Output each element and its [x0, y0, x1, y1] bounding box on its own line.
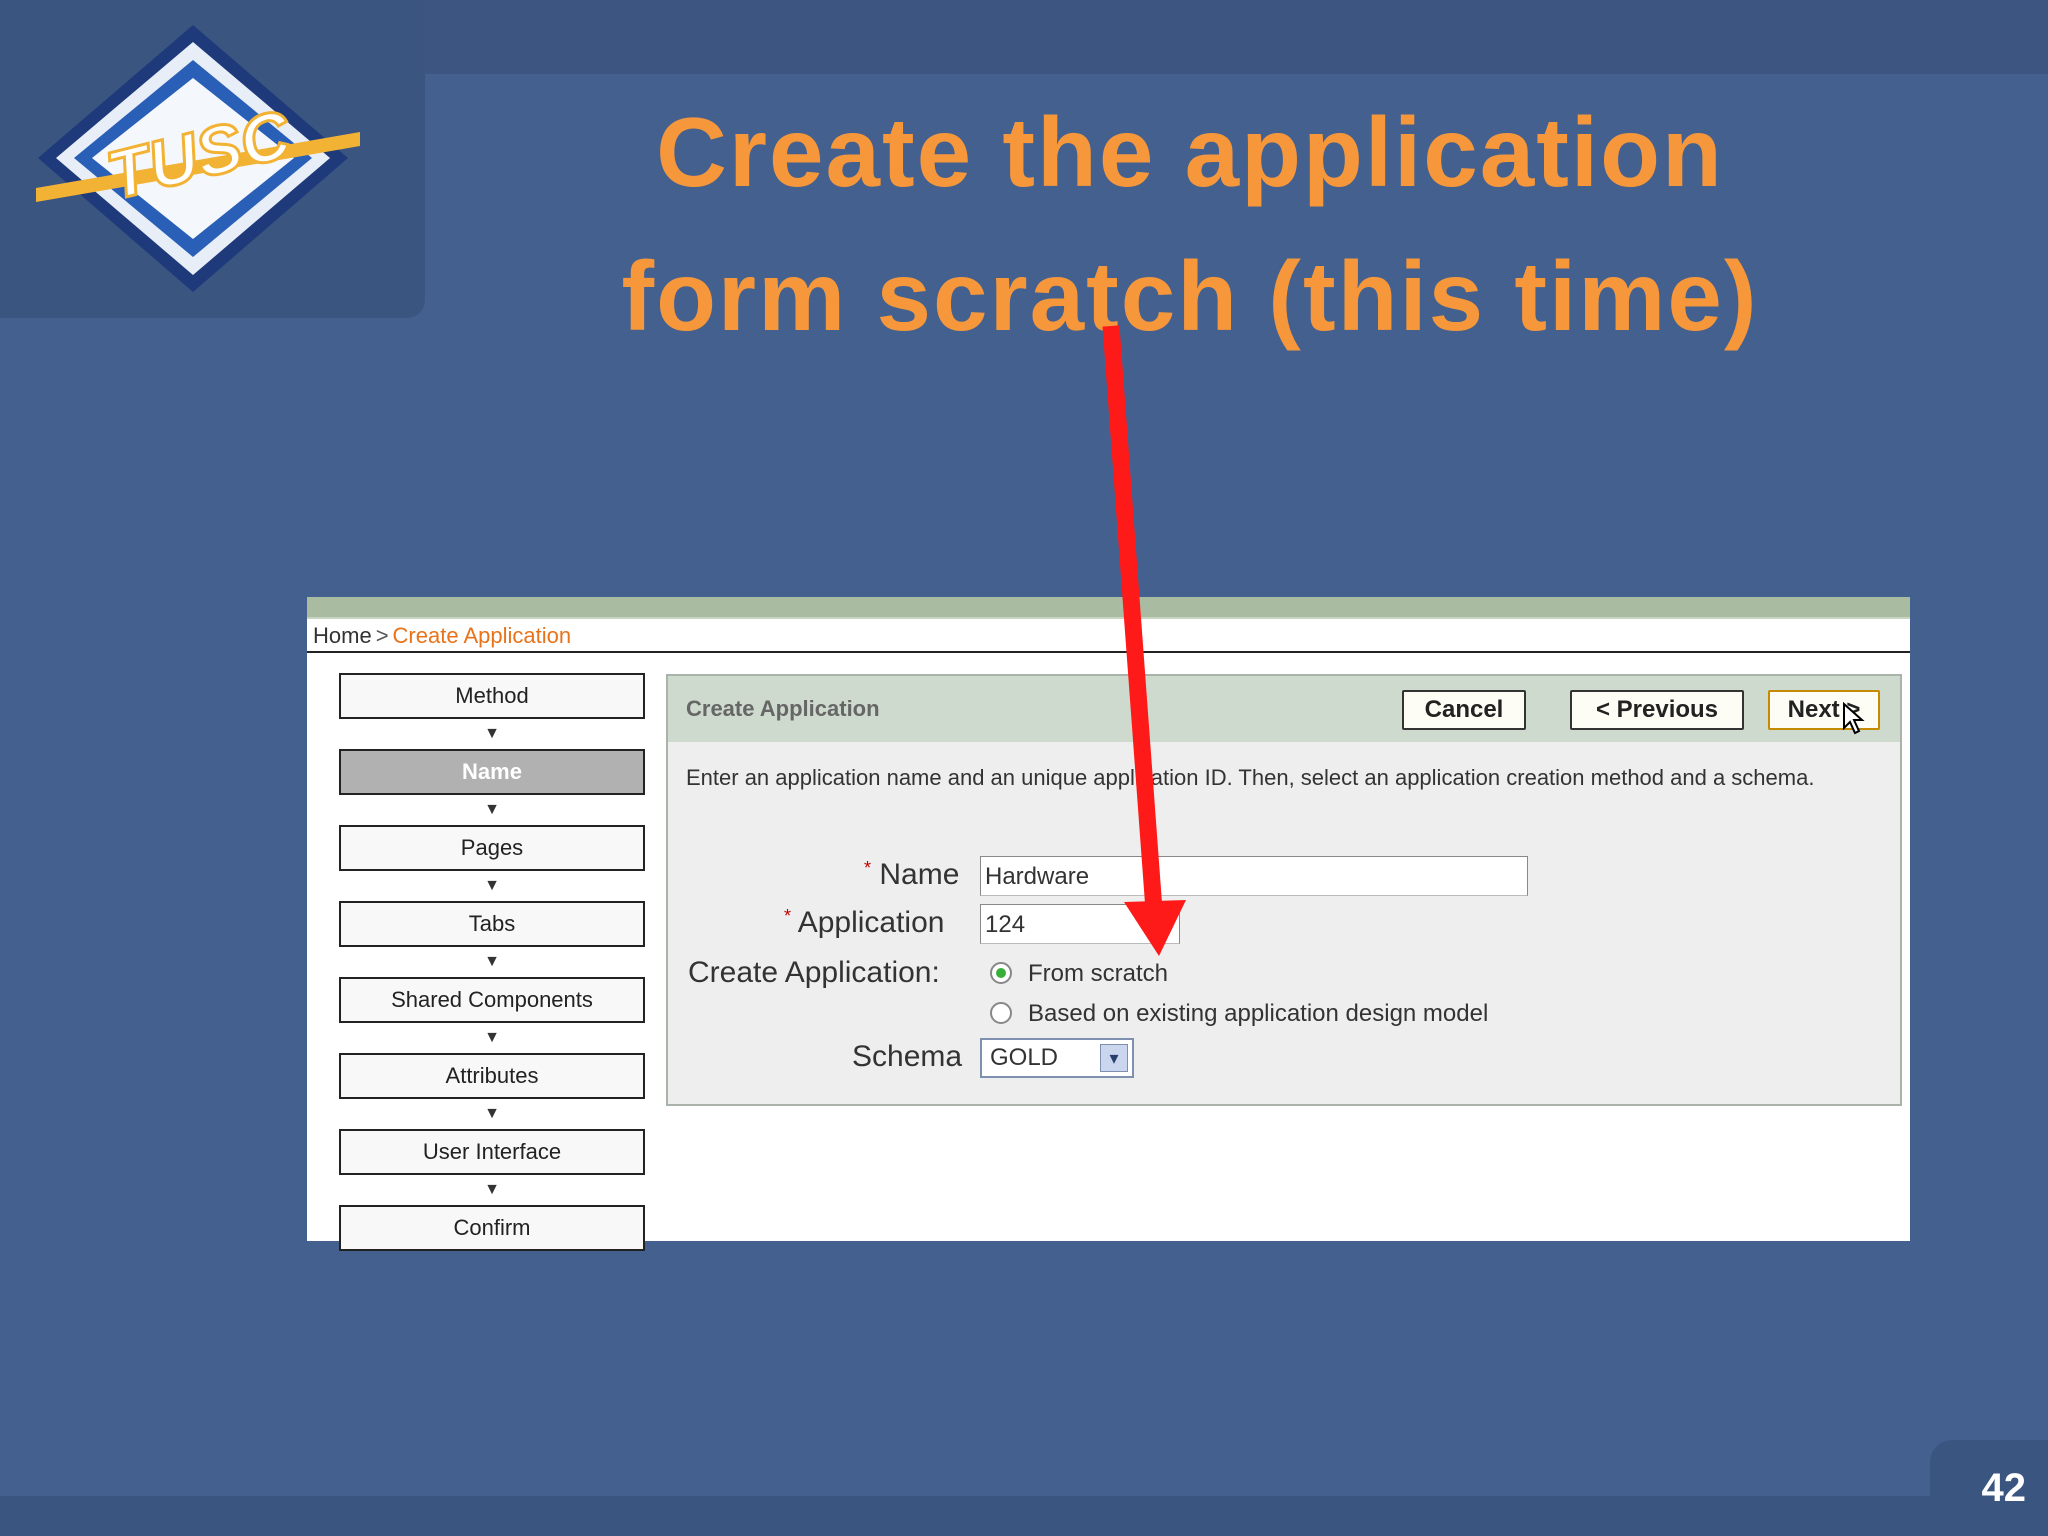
panel-description: Enter an application name and an unique …	[686, 765, 1815, 790]
name-input[interactable]: Hardware	[980, 856, 1528, 896]
breadcrumb-separator: >	[375, 623, 389, 648]
step-tabs[interactable]: Tabs	[339, 901, 645, 947]
step-shared-components[interactable]: Shared Components	[339, 977, 645, 1023]
breadcrumb-current: Create Application	[392, 623, 572, 648]
footer-band	[0, 1496, 2048, 1536]
from-scratch-label[interactable]: From scratch	[1028, 960, 1168, 988]
mouse-cursor-icon	[1843, 702, 1865, 735]
existing-design-label[interactable]: Based on existing application design mod…	[1028, 1000, 1488, 1028]
application-id-input[interactable]: 124	[980, 904, 1180, 944]
title-line-2: form scratch (this time)	[621, 241, 1759, 351]
schema-select[interactable]: GOLD ▾	[980, 1038, 1134, 1078]
existing-design-radio[interactable]	[990, 1002, 1012, 1024]
dropdown-chevron-icon[interactable]: ▾	[1100, 1044, 1128, 1072]
down-arrow-icon: ▼	[484, 1029, 500, 1046]
down-arrow-icon: ▼	[484, 725, 500, 742]
from-scratch-radio[interactable]	[990, 962, 1012, 984]
schema-value: GOLD	[990, 1044, 1059, 1071]
down-arrow-icon: ▼	[484, 1105, 500, 1122]
panel-header: Create Application Cancel < Previous Nex…	[668, 676, 1900, 742]
screenshot-top-bar	[307, 597, 1910, 619]
required-marker: *	[864, 858, 872, 878]
step-user-interface[interactable]: User Interface	[339, 1129, 645, 1175]
slide-title: Create the application form scratch (thi…	[440, 80, 1940, 368]
wizard-steps: Method ▼ Name ▼ Pages ▼ Tabs ▼ Shared Co…	[339, 673, 645, 1251]
down-arrow-icon: ▼	[484, 801, 500, 818]
create-application-label: Create Application:	[688, 956, 940, 989]
tusc-logo: TUSC	[36, 25, 360, 292]
step-method[interactable]: Method	[339, 673, 645, 719]
schema-label: Schema	[852, 1040, 963, 1073]
page-number: 42	[1981, 1466, 2027, 1510]
previous-button[interactable]: < Previous	[1570, 690, 1744, 730]
step-pages[interactable]: Pages	[339, 825, 645, 871]
breadcrumb: Home > Create Application	[313, 623, 571, 649]
required-marker: *	[784, 906, 792, 926]
step-confirm[interactable]: Confirm	[339, 1205, 645, 1251]
application-label: * Application	[784, 906, 944, 940]
step-attributes[interactable]: Attributes	[339, 1053, 645, 1099]
breadcrumb-home[interactable]: Home	[313, 623, 372, 648]
cancel-button[interactable]: Cancel	[1402, 690, 1526, 730]
name-label-text: Name	[879, 858, 960, 891]
down-arrow-icon: ▼	[484, 877, 500, 894]
breadcrumb-divider	[307, 651, 1910, 653]
create-application-panel: Create Application Cancel < Previous Nex…	[666, 674, 1902, 1106]
panel-title: Create Application	[686, 696, 880, 721]
down-arrow-icon: ▼	[484, 953, 500, 970]
application-label-text: Application	[797, 906, 945, 939]
down-arrow-icon: ▼	[484, 1181, 500, 1198]
step-name[interactable]: Name	[339, 749, 645, 795]
name-label: * Name	[864, 858, 959, 892]
title-line-1: Create the application	[656, 97, 1724, 207]
app-screenshot: Home > Create Application Method ▼ Name ▼ …	[307, 597, 1910, 1251]
